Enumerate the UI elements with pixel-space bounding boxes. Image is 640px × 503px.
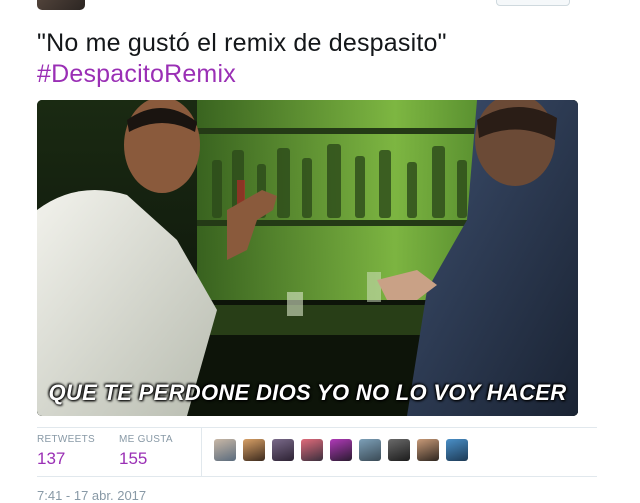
liker-avatar[interactable] xyxy=(359,439,381,461)
liker-avatar[interactable] xyxy=(214,439,236,461)
stats-bottom-divider xyxy=(37,476,597,477)
retweets-label: RETWEETS xyxy=(37,434,95,445)
tweet-text: "No me gustó el remix de despasito" #Des… xyxy=(37,28,597,90)
follow-button[interactable] xyxy=(496,0,570,6)
tweet-timestamp[interactable]: 7:41 - 17 abr. 2017 xyxy=(37,488,146,503)
liker-avatar[interactable] xyxy=(388,439,410,461)
author-avatar[interactable] xyxy=(37,0,85,10)
liker-avatar[interactable] xyxy=(301,439,323,461)
likes-label: ME GUSTA xyxy=(119,434,173,445)
meme-photo xyxy=(37,100,578,416)
previous-header xyxy=(0,0,640,12)
tweet-media-image[interactable]: QUE TE PERDONE DIOS YO NO LO VOY HACER xyxy=(37,100,578,416)
likes-stat[interactable]: ME GUSTA 155 xyxy=(119,434,173,469)
liker-avatar[interactable] xyxy=(417,439,439,461)
likes-count: 155 xyxy=(119,449,148,468)
liker-avatar[interactable] xyxy=(330,439,352,461)
hashtag-link[interactable]: #DespacitoRemix xyxy=(37,59,597,90)
retweets-stat[interactable]: RETWEETS 137 xyxy=(37,434,95,469)
tweet-quote: "No me gustó el remix de despasito" xyxy=(37,29,447,57)
tweet-stats: RETWEETS 137 ME GUSTA 155 xyxy=(37,428,597,476)
liker-avatar[interactable] xyxy=(243,439,265,461)
stats-separator xyxy=(201,428,202,476)
retweets-count: 137 xyxy=(37,449,66,468)
meme-caption: QUE TE PERDONE DIOS YO NO LO VOY HACER xyxy=(48,380,567,405)
liker-avatar[interactable] xyxy=(272,439,294,461)
liker-avatar[interactable] xyxy=(446,439,468,461)
